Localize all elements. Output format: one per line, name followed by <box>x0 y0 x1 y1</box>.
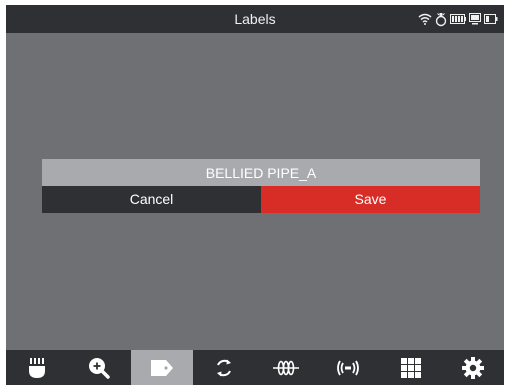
status-icons <box>418 10 498 28</box>
camera-head-icon <box>27 357 47 379</box>
sonde-coil-icon <box>273 360 300 376</box>
monitor-icon <box>469 13 481 25</box>
save-button[interactable]: Save <box>261 186 480 213</box>
toolbar-grid[interactable] <box>380 350 442 385</box>
label-dialog: BELLIED PIPE_A Cancel Save <box>42 159 480 213</box>
transmitter-icon <box>336 359 360 377</box>
toolbar-rotate[interactable] <box>193 350 255 385</box>
bottom-toolbar <box>6 350 504 385</box>
gps-icon <box>435 12 447 27</box>
settings-gear-icon <box>461 356 484 379</box>
battery-small-icon <box>484 14 498 24</box>
toolbar-transmitter[interactable] <box>317 350 379 385</box>
grid-icon <box>400 357 421 378</box>
battery-icon <box>450 14 466 24</box>
dialog-buttons: Cancel Save <box>42 186 480 213</box>
app-screen: Labels BELLIED PIPE_A Cancel Save <box>6 5 504 385</box>
zoom-in-icon <box>88 357 111 379</box>
label-name-field[interactable]: BELLIED PIPE_A <box>42 159 480 186</box>
rotate-icon <box>214 358 234 378</box>
status-bar: Labels <box>6 5 504 33</box>
toolbar-camera-head[interactable] <box>6 350 68 385</box>
toolbar-sonde[interactable] <box>255 350 317 385</box>
wifi-icon <box>418 13 432 25</box>
toolbar-settings[interactable] <box>442 350 504 385</box>
toolbar-zoom[interactable] <box>68 350 130 385</box>
label-tag-icon <box>150 359 174 377</box>
toolbar-labels[interactable] <box>130 350 193 385</box>
cancel-button[interactable]: Cancel <box>42 186 261 213</box>
